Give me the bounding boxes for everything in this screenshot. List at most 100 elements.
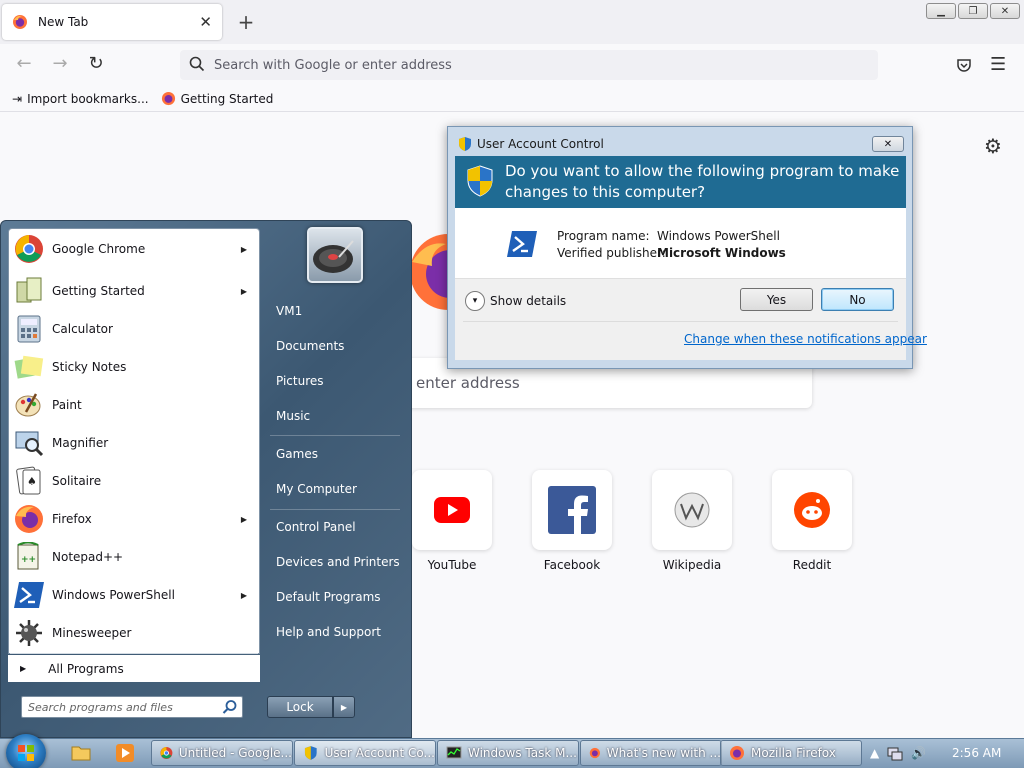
tab-new-tab[interactable]: New Tab ✕ — [2, 4, 222, 40]
show-hidden-icons-icon[interactable]: ▲ — [870, 746, 879, 760]
tab-title: New Tab — [38, 15, 89, 29]
start-item-magnifier[interactable]: Magnifier — [9, 425, 259, 461]
pocket-icon[interactable] — [955, 56, 973, 74]
close-window-button[interactable]: ✕ — [990, 3, 1020, 19]
start-item-label: Windows PowerShell — [52, 588, 175, 602]
show-details-label[interactable]: Show details — [490, 294, 566, 308]
start-item-label: Getting Started — [52, 284, 145, 298]
submenu-arrow-icon: ▶ — [240, 514, 247, 524]
start-right-documents[interactable]: Documents — [268, 332, 402, 360]
start-search-input[interactable]: Search programs and files — [21, 696, 243, 718]
user-avatar[interactable] — [307, 227, 363, 283]
taskbar-item-uac[interactable]: User Account Co... — [294, 740, 436, 766]
all-programs-label: All Programs — [48, 661, 124, 676]
shortcut-youtube[interactable] — [412, 470, 492, 550]
bookmark-getting-started[interactable]: Getting Started — [161, 91, 274, 106]
start-menu-divider — [10, 653, 258, 654]
url-bar[interactable]: Search with Google or enter address — [180, 50, 878, 80]
start-item-solitaire[interactable]: ♠ Solitaire — [9, 463, 259, 499]
uac-close-button[interactable]: ✕ — [872, 136, 904, 152]
taskbar-item-label: Untitled - Google... — [178, 746, 292, 760]
powershell-icon — [507, 231, 537, 257]
reload-button[interactable]: ↻ — [84, 53, 108, 75]
search-icon[interactable] — [222, 699, 238, 715]
restore-button[interactable]: ❐ — [958, 3, 988, 19]
firefox-icon — [15, 505, 43, 533]
menu-icon[interactable]: ☰ — [990, 54, 1006, 75]
start-button[interactable] — [6, 734, 46, 768]
firefox-icon — [730, 746, 744, 760]
shield-icon — [459, 137, 471, 151]
taskbar-item-whats-new[interactable]: What's new with ... — [580, 740, 722, 766]
sticky-notes-icon — [14, 355, 44, 379]
start-item-notepad-plus-plus[interactable]: ++ Notepad++ — [9, 539, 259, 575]
magnifier-icon — [15, 431, 44, 457]
start-right-games[interactable]: Games — [268, 440, 402, 468]
media-player-taskbar-button[interactable] — [112, 742, 138, 764]
program-list: Google Chrome ▶ Getting Started ▶ Calculat… — [8, 228, 260, 654]
taskbar-item-firefox[interactable]: Mozilla Firefox — [720, 740, 862, 766]
all-programs-button[interactable]: ▶ All Programs — [8, 655, 260, 682]
start-right-control-panel[interactable]: Control Panel — [268, 513, 402, 541]
shield-icon — [304, 746, 317, 760]
chevron-down-icon[interactable]: ▾ — [465, 291, 485, 311]
youtube-icon — [434, 497, 470, 523]
shortcut-label: Reddit — [792, 558, 832, 572]
minimize-button[interactable]: ▁ — [926, 3, 956, 19]
yes-button[interactable]: Yes — [740, 288, 813, 311]
new-tab-button[interactable]: + — [234, 10, 258, 34]
svg-text:♠: ♠ — [27, 475, 37, 488]
start-right-help-and-support[interactable]: Help and Support — [268, 618, 402, 646]
start-item-getting-started[interactable]: Getting Started ▶ — [9, 273, 259, 309]
submenu-arrow-icon: ▶ — [240, 244, 247, 254]
start-right-music[interactable]: Music — [268, 402, 402, 430]
shutdown-options-arrow-icon[interactable]: ▶ — [333, 696, 355, 718]
shortcut-facebook[interactable] — [532, 470, 612, 550]
forward-button[interactable]: → — [48, 53, 72, 75]
taskbar-item-chrome[interactable]: Untitled - Google... — [151, 740, 293, 766]
shortcut-wikipedia[interactable] — [652, 470, 732, 550]
shortcut-reddit[interactable] — [772, 470, 852, 550]
lock-button[interactable]: Lock — [267, 696, 333, 718]
firefox-icon — [161, 91, 175, 106]
start-item-paint[interactable]: Paint — [9, 387, 259, 423]
start-item-firefox[interactable]: Firefox ▶ — [9, 501, 259, 537]
bookmark-label: Getting Started — [180, 91, 274, 106]
start-right-vm1[interactable]: VM1 — [268, 297, 402, 325]
submenu-arrow-icon: ▶ — [240, 590, 247, 600]
media-player-icon — [116, 744, 134, 762]
facebook-icon — [548, 486, 596, 534]
start-item-windows-powershell[interactable]: Windows PowerShell ▶ — [9, 577, 259, 613]
back-button[interactable]: ← — [12, 53, 36, 75]
taskbar-item-task-manager[interactable]: Windows Task M... — [437, 740, 579, 766]
start-item-google-chrome[interactable]: Google Chrome ▶ — [9, 231, 259, 267]
start-item-sticky-notes[interactable]: Sticky Notes — [9, 349, 259, 385]
close-tab-icon[interactable]: ✕ — [199, 13, 212, 31]
bookmark-import[interactable]: ⇥ Import bookmarks... — [12, 92, 149, 106]
shield-icon — [467, 165, 493, 197]
start-item-minesweeper[interactable]: Minesweeper — [9, 615, 259, 651]
windows-logo-icon — [18, 745, 34, 761]
powershell-icon — [14, 582, 44, 608]
clock[interactable]: 2:56 AM — [952, 746, 1001, 760]
uac-title: User Account Control — [477, 137, 604, 151]
start-right-my-computer[interactable]: My Computer — [268, 475, 402, 503]
start-item-calculator[interactable]: Calculator — [9, 311, 259, 347]
notifications-settings-link[interactable]: Change when these notifications appear — [684, 332, 927, 346]
start-right-devices-and-printers[interactable]: Devices and Printers — [268, 548, 402, 576]
firefox-icon — [589, 747, 601, 759]
folder-icon — [71, 746, 91, 761]
network-icon[interactable] — [887, 745, 903, 761]
taskbar-item-label: What's new with ... — [606, 746, 721, 760]
volume-icon[interactable]: 🔊 — [911, 746, 926, 760]
start-item-label: Calculator — [52, 322, 113, 336]
arrow-right-icon: ▶ — [20, 664, 27, 673]
gear-icon[interactable]: ⚙ — [982, 134, 1004, 158]
bookmark-label: Import bookmarks... — [27, 91, 149, 106]
start-right-pictures[interactable]: Pictures — [268, 367, 402, 395]
explorer-taskbar-button[interactable] — [68, 742, 94, 764]
calculator-icon — [17, 315, 41, 343]
start-right-default-programs[interactable]: Default Programs — [268, 583, 402, 611]
no-button[interactable]: No — [821, 288, 894, 311]
task-manager-icon — [446, 746, 462, 759]
